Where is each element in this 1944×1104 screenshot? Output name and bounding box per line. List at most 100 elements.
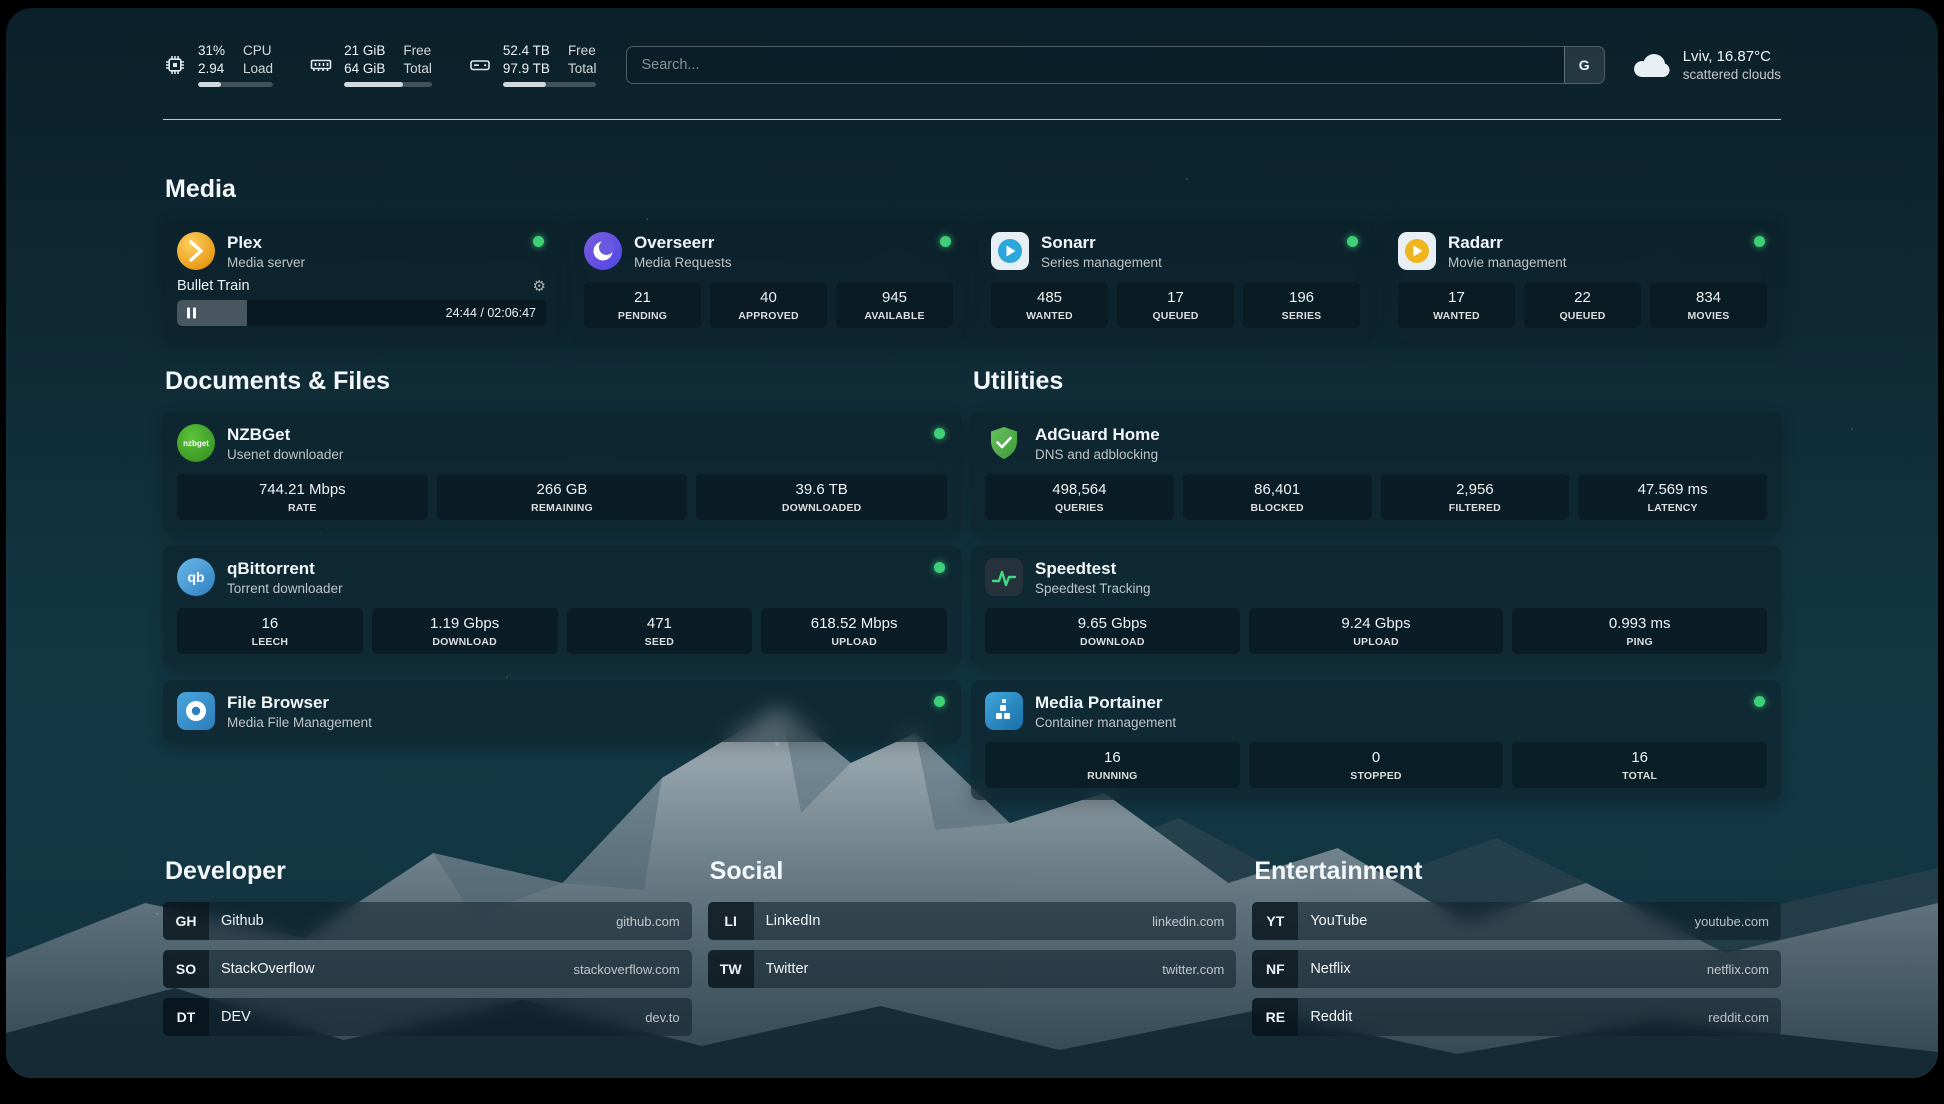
disk-icon: [468, 53, 492, 77]
stat-label: DOWNLOAD: [376, 636, 554, 648]
status-dot-online: [1347, 236, 1358, 247]
stat-leech: 16 LEECH: [177, 608, 363, 654]
cpu-load-value: 2.94: [198, 60, 225, 77]
playback-progress-bar[interactable]: 24:44 / 02:06:47: [177, 300, 546, 326]
bookmark-url: youtube.com: [1695, 914, 1769, 929]
stat-label: STOPPED: [1253, 770, 1500, 782]
status-dot-online: [940, 236, 951, 247]
bookmark-stackoverflow[interactable]: SO StackOverflow stackoverflow.com: [163, 950, 692, 988]
stat-value: 1.19 Gbps: [376, 615, 554, 633]
sonarr-icon: [991, 232, 1029, 270]
service-subtitle: Media File Management: [227, 715, 372, 730]
search-provider-button[interactable]: G: [1564, 47, 1604, 83]
status-dot-online: [934, 428, 945, 439]
qbittorrent-card[interactable]: qb qBittorrent Torrent downloader 16 LEE…: [163, 546, 961, 666]
stat-remaining: 266 GB REMAINING: [437, 474, 688, 520]
bookmark-netflix[interactable]: NF Netflix netflix.com: [1252, 950, 1781, 988]
service-subtitle: DNS and adblocking: [1035, 447, 1160, 462]
bookmark-github[interactable]: GH Github github.com: [163, 902, 692, 940]
service-subtitle: Series management: [1041, 255, 1162, 270]
weather-widget: Lviv, 16.87°C scattered clouds: [1631, 48, 1781, 82]
speedtest-card[interactable]: Speedtest Speedtest Tracking 9.65 Gbps D…: [971, 546, 1781, 666]
cpu-icon: [163, 53, 187, 77]
stat-label: AVAILABLE: [840, 310, 949, 322]
stat-value: 471: [571, 615, 749, 633]
disk-usage-bar-fill: [503, 82, 546, 87]
service-subtitle: Media server: [227, 255, 305, 270]
header-divider: [163, 119, 1781, 120]
service-subtitle: Torrent downloader: [227, 581, 343, 596]
service-name: Plex: [227, 233, 305, 253]
plex-card[interactable]: Plex Media server Bullet Train ⚙ 24:44 /…: [163, 220, 560, 340]
pause-icon[interactable]: [187, 308, 196, 319]
stat-downloaded: 39.6 TB DOWNLOADED: [696, 474, 947, 520]
stat-value: 16: [989, 749, 1236, 767]
stat-value: 17: [1402, 289, 1511, 307]
portainer-card[interactable]: Media Portainer Container management 16 …: [971, 680, 1781, 800]
qbittorrent-icon-text: qb: [187, 569, 204, 585]
stat-label: QUERIES: [989, 502, 1170, 514]
memory-free-label: Free: [403, 42, 432, 59]
bookmark-dev[interactable]: DT DEV dev.to: [163, 998, 692, 1036]
nzbget-card[interactable]: nzbget NZBGet Usenet downloader 744.21 M…: [163, 412, 961, 532]
bookmark-twitter[interactable]: TW Twitter twitter.com: [708, 950, 1237, 988]
bookmark-abbr: YT: [1252, 902, 1298, 940]
stat-label: PENDING: [588, 310, 697, 322]
entertainment-heading: Entertainment: [1254, 856, 1781, 886]
bookmark-url: linkedin.com: [1152, 914, 1224, 929]
stat-filtered: 2,956 FILTERED: [1381, 474, 1570, 520]
memory-total-label: Total: [403, 60, 432, 77]
stat-value: 9.65 Gbps: [989, 615, 1236, 633]
stat-value: 21: [588, 289, 697, 307]
radarr-icon: [1398, 232, 1436, 270]
stat-label: UPLOAD: [765, 636, 943, 648]
snow-specks: [6, 8, 8, 10]
stat-download: 1.19 Gbps DOWNLOAD: [372, 608, 558, 654]
stat-label: SERIES: [1247, 310, 1356, 322]
stat-label: UPLOAD: [1253, 636, 1500, 648]
stat-label: BLOCKED: [1187, 502, 1368, 514]
radarr-card[interactable]: Radarr Movie management 17 WANTED 22 QUE…: [1384, 220, 1781, 340]
cpu-widget: 31% 2.94 CPU Load: [163, 42, 273, 87]
overseerr-card[interactable]: Overseerr Media Requests 21 PENDING 40 A…: [570, 220, 967, 340]
filebrowser-card[interactable]: File Browser Media File Management: [163, 680, 961, 742]
stat-latency: 47.569 ms LATENCY: [1578, 474, 1767, 520]
stat-value: 39.6 TB: [700, 481, 943, 499]
bookmark-youtube[interactable]: YT YouTube youtube.com: [1252, 902, 1781, 940]
stat-wanted: 485 WANTED: [991, 282, 1108, 328]
stat-value: 0: [1253, 749, 1500, 767]
stat-value: 2,956: [1385, 481, 1566, 499]
stat-label: QUEUED: [1528, 310, 1637, 322]
stat-approved: 40 APPROVED: [710, 282, 827, 328]
memory-total-value: 64 GiB: [344, 60, 385, 77]
stat-value: 485: [995, 289, 1104, 307]
cloud-icon: [1631, 50, 1671, 80]
stat-upload: 9.24 Gbps UPLOAD: [1249, 608, 1504, 654]
service-subtitle: Media Requests: [634, 255, 732, 270]
nzbget-icon-text: nzbget: [183, 439, 209, 448]
service-name: AdGuard Home: [1035, 425, 1160, 445]
adguard-card[interactable]: AdGuard Home DNS and adblocking 498,564 …: [971, 412, 1781, 532]
stat-value: 498,564: [989, 481, 1170, 499]
stat-label: RATE: [181, 502, 424, 514]
disk-free-label: Free: [568, 42, 597, 59]
search-input[interactable]: [626, 46, 1604, 84]
bookmark-reddit[interactable]: RE Reddit reddit.com: [1252, 998, 1781, 1036]
disk-usage-bar: [503, 82, 597, 87]
stat-value: 834: [1654, 289, 1763, 307]
sonarr-card[interactable]: Sonarr Series management 485 WANTED 17 Q…: [977, 220, 1374, 340]
status-dot-online: [1754, 236, 1765, 247]
bookmark-url: github.com: [616, 914, 680, 929]
gear-icon[interactable]: ⚙: [533, 279, 546, 294]
resource-widgets: 31% 2.94 CPU Load: [163, 42, 596, 87]
bookmark-name: Github: [221, 913, 264, 929]
stat-value: 17: [1121, 289, 1230, 307]
service-name: NZBGet: [227, 425, 343, 445]
service-name: Speedtest: [1035, 559, 1151, 579]
stat-ping: 0.993 ms PING: [1512, 608, 1767, 654]
service-name: qBittorrent: [227, 559, 343, 579]
bookmark-linkedin[interactable]: LI LinkedIn linkedin.com: [708, 902, 1237, 940]
now-playing-title: Bullet Train: [177, 278, 250, 294]
search-container: G: [626, 46, 1604, 84]
bookmark-name: Reddit: [1310, 1009, 1352, 1025]
